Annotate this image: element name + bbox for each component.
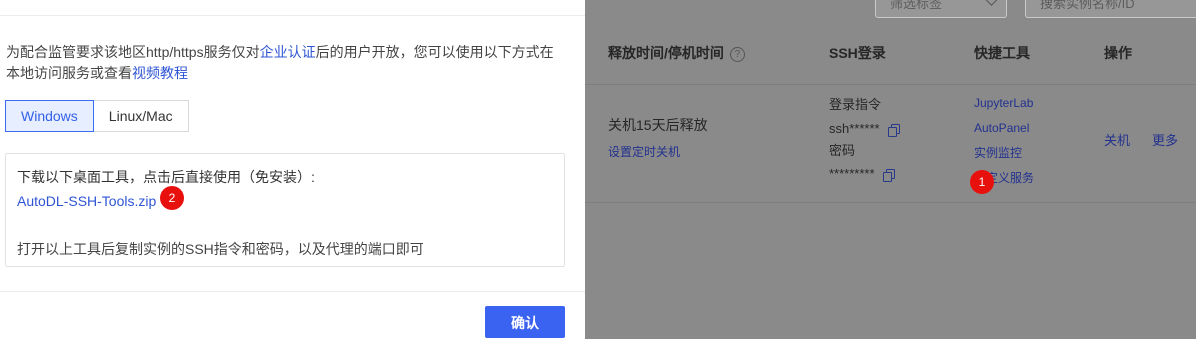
password-value: ********* [829,166,875,181]
modal-footer-divider [0,291,585,292]
regulation-notice: 为配合监管要求该地区http/https服务仅对企业认证后的用户开放，您可以使用… [6,42,566,84]
instance-table-area: 筛选标签 搜索实例名称/ID 释放时间/停机时间? SSH登录 快捷工具 操作 … [585,0,1196,339]
shutdown-action[interactable]: 关机 [1104,133,1130,149]
login-command-value: ssh****** [829,121,880,136]
enterprise-cert-link[interactable]: 企业认证 [260,44,316,60]
column-header-release-time-label: 释放时间/停机时间 [608,45,724,61]
schedule-shutdown-link[interactable]: 设置定时关机 [608,144,680,160]
notice-text-1: 为配合监管要求该地区http/https服务仅对 [6,44,260,60]
tab-linux-mac[interactable]: Linux/Mac [93,100,189,132]
copy-icon[interactable] [887,124,900,138]
table-header-divider [585,84,1196,85]
tag-filter-select[interactable]: 筛选标签 [875,0,1007,18]
video-tutorial-link[interactable]: 视频教程 [132,65,188,81]
download-instruction: 下载以下桌面工具，点击后直接使用（免安装）: [17,169,315,185]
download-info-panel: 下载以下桌面工具，点击后直接使用（免安装）: AutoDL-SSH-Tools.… [5,153,565,267]
login-command-label: 登录指令 [829,97,882,112]
password-row: ********* [829,166,895,183]
help-icon[interactable]: ? [729,46,745,62]
os-tabs: Windows Linux/Mac [5,100,189,132]
column-header-release-time: 释放时间/停机时间? [608,45,745,62]
tool-link-jupyterlab[interactable]: JupyterLab [974,95,1033,111]
tag-filter-placeholder: 筛选标签 [890,0,943,11]
copy-icon[interactable] [882,169,895,183]
modal-header-divider [0,15,585,16]
search-placeholder: 搜索实例名称/ID [1040,0,1135,11]
chevron-down-icon [985,0,998,6]
column-header-actions: 操作 [1104,45,1132,61]
tool-link-autopanel[interactable]: AutoPanel [974,120,1029,136]
usage-instruction: 打开以上工具后复制实例的SSH指令和密码，以及代理的端口即可 [17,241,424,257]
column-header-ssh-login: SSH登录 [829,45,886,61]
table-row-divider [585,202,1196,203]
step-badge-2: 2 [160,186,184,210]
download-tool-link[interactable]: AutoDL-SSH-Tools.zip [17,193,156,209]
login-command-row: ssh****** [829,121,900,138]
instance-search-input[interactable]: 搜索实例名称/ID [1025,0,1196,18]
column-header-quick-tools: 快捷工具 [974,45,1030,61]
step-badge-1: 1 [970,170,994,194]
password-label: 密码 [829,143,856,158]
tool-link-monitor[interactable]: 实例监控 [974,145,1022,161]
more-action[interactable]: 更多 [1152,133,1178,149]
ssh-access-modal: 为配合监管要求该地区http/https服务仅对企业认证后的用户开放，您可以使用… [0,0,585,339]
release-status: 关机15天后释放 [608,117,708,133]
tab-windows[interactable]: Windows [5,100,94,132]
confirm-button[interactable]: 确认 [485,306,565,338]
